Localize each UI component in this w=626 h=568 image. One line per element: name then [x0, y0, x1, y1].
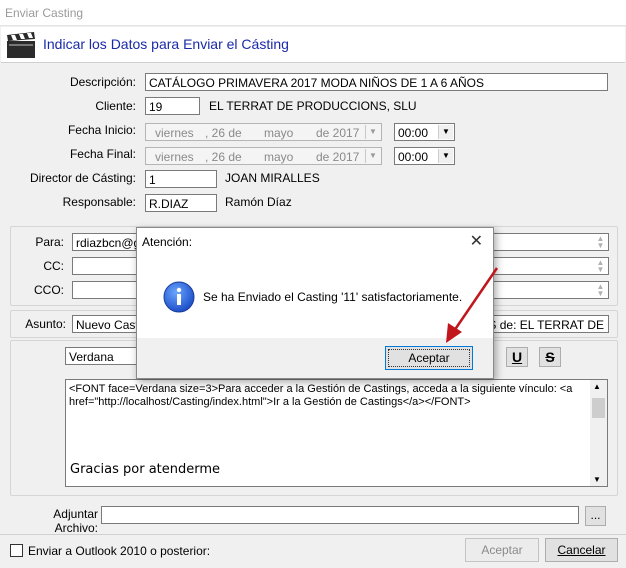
chevron-down-icon[interactable]: ▼: [438, 149, 453, 163]
fecha-final-year: de 2017: [316, 150, 360, 164]
body-editor[interactable]: <FONT face=Verdana size=3>Para acceder a…: [65, 379, 608, 487]
asunto-label: Asunto:: [25, 317, 66, 331]
chevron-down-icon[interactable]: ▼: [438, 125, 453, 139]
underline-button[interactable]: U: [506, 347, 528, 367]
adjuntar-label: Adjuntar Archivo:: [53, 507, 98, 535]
body-text: Gracias por atenderme: [70, 462, 221, 477]
strikethrough-button[interactable]: S: [539, 347, 561, 367]
para-label: Para:: [35, 235, 64, 249]
adjuntar-field[interactable]: [101, 506, 579, 524]
scroll-arrows-icon[interactable]: ▲ ▼: [593, 235, 608, 250]
director-label: Director de Cásting:: [29, 171, 136, 185]
fecha-inicio-month: mayo: [264, 126, 294, 140]
clapperboard-icon: [7, 32, 35, 58]
fecha-inicio-day: , 26 de: [205, 126, 242, 140]
info-icon: [163, 281, 195, 313]
hora-final-select[interactable]: 00:00 ▼: [394, 147, 455, 165]
scroll-arrows-icon[interactable]: ▲ ▼: [593, 259, 608, 274]
outlook-checkbox[interactable]: [10, 544, 23, 557]
dialog-ok-button[interactable]: Aceptar: [385, 346, 473, 370]
cliente-name: EL TERRAT DE PRODUCCIONS, SLU: [209, 99, 417, 113]
form-title: Indicar los Datos para Enviar el Cásting: [43, 36, 289, 52]
fecha-final-day: , 26 de: [205, 150, 242, 164]
responsable-field[interactable]: R.DIAZ: [145, 194, 217, 212]
window-titlebar[interactable]: Enviar Casting: [0, 0, 626, 26]
descripcion-field[interactable]: CATÁLOGO PRIMAVERA 2017 MODA NIÑOS DE 1 …: [145, 73, 608, 91]
close-icon[interactable]: ✕: [470, 231, 483, 251]
scroll-arrows-icon[interactable]: ▲ ▼: [593, 283, 608, 298]
cliente-field[interactable]: 19: [145, 97, 200, 115]
aceptar-button[interactable]: Aceptar: [465, 538, 539, 562]
hora-inicio-value: 00:00: [398, 126, 429, 140]
responsable-name: Ramón Díaz: [225, 195, 292, 209]
font-select[interactable]: Verdana: [65, 347, 140, 365]
hora-final-value: 00:00: [398, 150, 429, 164]
form-header: Indicar los Datos para Enviar el Cásting: [1, 27, 625, 63]
cancelar-button[interactable]: Cancelar: [545, 538, 618, 562]
fecha-inicio-year: de 2017: [316, 126, 360, 140]
scroll-thumb[interactable]: [592, 398, 605, 418]
fecha-final-label: Fecha Final:: [69, 147, 136, 161]
fecha-inicio-label: Fecha Inicio:: [67, 123, 136, 137]
chevron-down-icon[interactable]: ▼: [365, 125, 380, 139]
hora-inicio-select[interactable]: 00:00 ▼: [394, 123, 455, 141]
fecha-final-weekday: viernes: [155, 150, 194, 164]
window-title: Enviar Casting: [5, 6, 84, 20]
dialog-message: Se ha Enviado el Casting '11' satisfacto…: [203, 290, 463, 304]
outlook-label: Enviar a Outlook 2010 o posterior:: [28, 544, 211, 558]
dialog-title: Atención:: [142, 235, 193, 249]
director-field[interactable]: 1: [145, 170, 217, 188]
responsable-label: Responsable:: [62, 195, 136, 209]
director-name: JOAN MIRALLES: [225, 171, 320, 185]
footer-divider: [0, 534, 626, 535]
annotation-arrow-icon: [446, 267, 499, 343]
fecha-final-month: mayo: [264, 150, 294, 164]
body-scrollbar[interactable]: ▲ ▼: [590, 380, 607, 486]
scroll-up-icon[interactable]: ▲: [593, 382, 601, 391]
descripcion-label: Descripción:: [69, 75, 136, 89]
cliente-label: Cliente:: [95, 99, 136, 113]
cco-label: CCO:: [34, 283, 64, 297]
fecha-inicio-weekday: viernes: [155, 126, 194, 140]
body-html-source: <FONT face=Verdana size=3>Para acceder a…: [69, 383, 573, 408]
scroll-down-icon[interactable]: ▼: [593, 475, 601, 484]
cc-label: CC:: [43, 259, 64, 273]
fecha-final-picker[interactable]: viernes , 26 de mayo de 2017 ▼: [145, 147, 382, 165]
chevron-down-icon[interactable]: ▼: [365, 149, 380, 163]
fecha-inicio-picker[interactable]: viernes , 26 de mayo de 2017 ▼: [145, 123, 382, 141]
browse-button[interactable]: ...: [585, 506, 606, 526]
